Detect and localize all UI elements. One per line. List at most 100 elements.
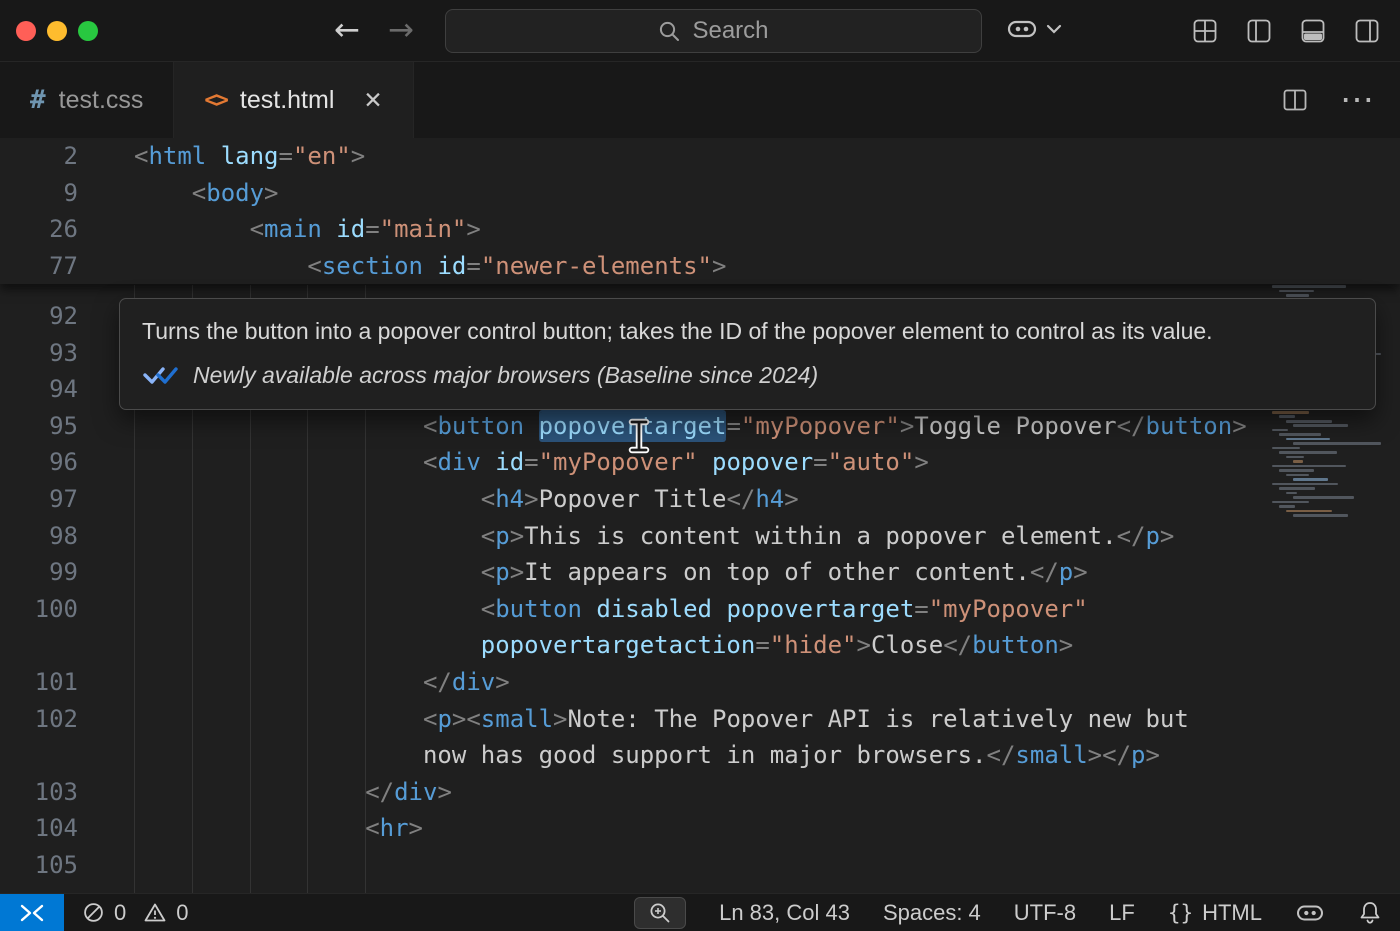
line-number[interactable]: 2 xyxy=(0,138,134,175)
code-line[interactable]: 100 <button disabled popovertarget="myPo… xyxy=(0,591,1400,628)
code-text: <button disabled popovertarget="myPopove… xyxy=(134,591,1088,628)
code-line[interactable]: 77 <section id="newer-elements"> xyxy=(0,248,1400,285)
eol-status[interactable]: LF xyxy=(1109,900,1135,926)
code-text: <body> xyxy=(134,175,279,212)
code-text: <hr> xyxy=(134,810,423,847)
minimap-line xyxy=(1293,496,1354,499)
close-tab-icon[interactable]: ✕ xyxy=(363,87,382,114)
warning-icon xyxy=(143,901,167,924)
cursor-position[interactable]: Ln 83, Col 43 xyxy=(719,900,850,926)
tab-bar: # test.css <> test.html ✕ ⋯ xyxy=(0,62,1400,138)
editor-layout-grid-icon[interactable] xyxy=(1192,18,1218,44)
line-number[interactable]: 94 xyxy=(0,371,134,408)
line-number[interactable]: 77 xyxy=(0,248,134,285)
code-text: <p>This is content within a popover elem… xyxy=(134,518,1174,555)
minimap-line xyxy=(1272,429,1288,432)
code-text: <main id="main"> xyxy=(134,211,481,248)
sticky-lines[interactable]: 2<html lang="en">9 <body>26 <main id="ma… xyxy=(0,138,1400,284)
mouse-cursor-icon xyxy=(626,418,652,454)
code-text: <button popovertarget="myPopover">Toggle… xyxy=(134,408,1247,445)
minimap-line xyxy=(1286,420,1332,423)
minimap-line xyxy=(1293,514,1348,517)
code-line[interactable]: 104 <hr> xyxy=(0,810,1400,847)
back-button[interactable]: ← xyxy=(334,0,360,61)
code-line[interactable]: 9 <body> xyxy=(0,175,1400,212)
problems-status[interactable]: 0 0 xyxy=(82,900,189,926)
minimap-line xyxy=(1279,469,1314,472)
minimap-line xyxy=(1293,478,1328,481)
line-number[interactable]: 100 xyxy=(0,591,134,628)
minimap-line xyxy=(1286,492,1297,495)
line-number[interactable]: 103 xyxy=(0,774,134,811)
minimap-line xyxy=(1293,460,1303,463)
code-line[interactable]: 26 <main id="main"> xyxy=(0,211,1400,248)
code-line[interactable]: now has good support in major browsers.<… xyxy=(0,737,1400,774)
line-number[interactable]: 26 xyxy=(0,211,134,248)
code-line[interactable]: 101 </div> xyxy=(0,664,1400,701)
editor[interactable]: 92939495 <button popovertarget="myPopove… xyxy=(0,138,1400,893)
toggle-secondary-sidebar-icon[interactable] xyxy=(1354,18,1380,44)
code-line[interactable]: 95 <button popovertarget="myPopover">Tog… xyxy=(0,408,1400,445)
code-line[interactable]: 97 <h4>Popover Title</h4> xyxy=(0,481,1400,518)
line-number[interactable]: 96 xyxy=(0,444,134,481)
copilot-status-icon[interactable] xyxy=(1295,901,1325,925)
line-number[interactable]: 93 xyxy=(0,335,134,372)
minimap-line xyxy=(1286,474,1309,477)
line-number[interactable]: 98 xyxy=(0,518,134,555)
line-number[interactable] xyxy=(0,627,134,664)
code-line[interactable]: 96 <div id="myPopover" popover="auto"> xyxy=(0,444,1400,481)
code-line[interactable]: 103 </div> xyxy=(0,774,1400,811)
encoding-status[interactable]: UTF-8 xyxy=(1014,900,1076,926)
language-label: HTML xyxy=(1202,900,1262,926)
css-file-icon: # xyxy=(30,85,46,115)
code-line[interactable]: 98 <p>This is content within a popover e… xyxy=(0,518,1400,555)
minimap-line xyxy=(1279,290,1314,293)
line-number[interactable]: 95 xyxy=(0,408,134,445)
minimap-line xyxy=(1279,487,1315,490)
line-number[interactable]: 99 xyxy=(0,554,134,591)
tab-test-css[interactable]: # test.css xyxy=(0,62,174,138)
line-number[interactable]: 102 xyxy=(0,701,134,738)
line-number[interactable]: 104 xyxy=(0,810,134,847)
more-actions-icon[interactable]: ⋯ xyxy=(1340,90,1374,110)
language-mode[interactable]: {} HTML xyxy=(1168,900,1262,926)
minimap-line xyxy=(1293,424,1348,427)
code-line[interactable]: popovertargetaction="hide">Close</button… xyxy=(0,627,1400,664)
code-text: <html lang="en"> xyxy=(134,138,365,175)
warning-count: 0 xyxy=(176,900,188,926)
forward-button[interactable]: → xyxy=(388,0,414,61)
line-number[interactable] xyxy=(0,737,134,774)
remote-indicator[interactable] xyxy=(0,894,64,931)
zoom-indicator[interactable] xyxy=(634,897,686,929)
titlebar: ← → Search xyxy=(0,0,1400,62)
code-line[interactable]: 99 <p>It appears on top of other content… xyxy=(0,554,1400,591)
zoom-magnifier-icon xyxy=(648,901,672,925)
tab-test-html[interactable]: <> test.html ✕ xyxy=(174,62,413,138)
search-input[interactable]: Search xyxy=(445,9,982,53)
braces-icon: {} xyxy=(1168,901,1193,925)
copilot-menu-button[interactable] xyxy=(1006,16,1063,42)
maximize-window-button[interactable] xyxy=(78,21,98,41)
error-count: 0 xyxy=(114,900,126,926)
close-window-button[interactable] xyxy=(16,21,36,41)
line-number[interactable]: 97 xyxy=(0,481,134,518)
code-line[interactable]: 102 <p><small>Note: The Popover API is r… xyxy=(0,701,1400,738)
toggle-primary-sidebar-icon[interactable] xyxy=(1246,18,1272,44)
code-line[interactable]: 105 xyxy=(0,847,1400,884)
line-number[interactable]: 105 xyxy=(0,847,134,884)
indentation-status[interactable]: Spaces: 4 xyxy=(883,900,981,926)
minimize-window-button[interactable] xyxy=(47,21,67,41)
toggle-panel-icon[interactable] xyxy=(1300,18,1326,44)
tab-label: test.html xyxy=(240,86,334,115)
code-text: </div> xyxy=(134,664,510,701)
code-text: <p><small>Note: The Popover API is relat… xyxy=(134,701,1189,738)
code-line[interactable]: 2<html lang="en"> xyxy=(0,138,1400,175)
code-text: popovertargetaction="hide">Close</button… xyxy=(134,627,1073,664)
line-number[interactable]: 9 xyxy=(0,175,134,212)
split-editor-icon[interactable] xyxy=(1282,87,1308,113)
hover-tooltip: Turns the button into a popover control … xyxy=(119,298,1376,410)
notifications-bell-icon[interactable] xyxy=(1358,900,1382,925)
line-number[interactable]: 101 xyxy=(0,664,134,701)
code-text: <div id="myPopover" popover="auto"> xyxy=(134,444,929,481)
line-number[interactable]: 92 xyxy=(0,298,134,335)
